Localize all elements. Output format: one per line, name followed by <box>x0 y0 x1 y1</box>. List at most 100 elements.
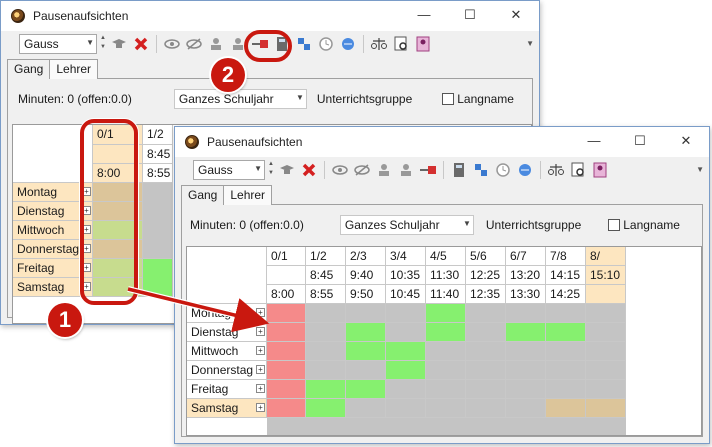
schedule-cell[interactable] <box>586 304 626 323</box>
schedule-cell[interactable] <box>586 323 626 342</box>
schedule-cell[interactable] <box>267 304 306 323</box>
schedule-cell[interactable] <box>267 399 306 418</box>
schedule-cell[interactable] <box>506 323 546 342</box>
schedule-cell[interactable] <box>346 323 386 342</box>
schedule-cell[interactable] <box>586 399 626 418</box>
expand-plus-icon[interactable]: + <box>256 346 265 355</box>
person-gray-icon[interactable] <box>205 33 227 55</box>
day-label[interactable]: Dienstag + <box>187 323 267 342</box>
eye-icon[interactable] <box>329 159 351 181</box>
col-header[interactable]: 3/4 <box>386 247 426 266</box>
schedule-cell[interactable] <box>546 342 586 361</box>
schedule-cell[interactable] <box>466 361 506 380</box>
clock-icon[interactable] <box>492 159 514 181</box>
schedule-cell[interactable] <box>466 399 506 418</box>
person-gray-icon[interactable] <box>373 159 395 181</box>
teacher-print-icon[interactable] <box>412 33 434 55</box>
schedule-cell[interactable] <box>386 304 426 323</box>
schedule-cell[interactable] <box>267 342 306 361</box>
schedule-cell[interactable] <box>346 342 386 361</box>
schedule-cell[interactable] <box>426 304 466 323</box>
schedule-cell[interactable] <box>267 323 306 342</box>
schedule-cell[interactable] <box>466 380 506 399</box>
schedule-cell[interactable] <box>546 380 586 399</box>
scales-icon[interactable] <box>368 33 390 55</box>
globe-icon[interactable] <box>337 33 359 55</box>
person-arrow-icon[interactable] <box>395 159 417 181</box>
col-header[interactable]: 0/1 <box>267 247 306 266</box>
scales-icon[interactable] <box>545 159 567 181</box>
search-document-icon[interactable] <box>390 33 412 55</box>
expand-plus-icon[interactable]: + <box>256 308 265 317</box>
period-select[interactable]: Ganzes Schuljahr ▼ <box>173 89 307 109</box>
toolbar-overflow-icon[interactable]: ▼ <box>696 165 704 174</box>
close-button[interactable]: ✕ <box>663 127 709 157</box>
schedule-cell[interactable] <box>306 361 346 380</box>
schedule-cell[interactable] <box>506 361 546 380</box>
schedule-cell[interactable] <box>306 342 346 361</box>
toolbar-overflow-icon[interactable]: ▼ <box>526 39 534 48</box>
schedule-cell[interactable] <box>346 380 386 399</box>
col-header[interactable]: 5/6 <box>466 247 506 266</box>
minimize-button[interactable]: — <box>401 1 447 31</box>
schedule-cell[interactable] <box>306 323 346 342</box>
schedule-cell[interactable] <box>546 323 586 342</box>
delete-x-icon[interactable] <box>298 159 320 181</box>
spin-buttons[interactable]: ▲ ▼ <box>266 160 276 180</box>
schedule-cell[interactable] <box>386 380 426 399</box>
schedule-cell[interactable] <box>426 342 466 361</box>
day-label[interactable]: Montag + <box>187 304 267 323</box>
teacher-hat-icon[interactable] <box>276 159 298 181</box>
schedule-cell[interactable] <box>143 183 173 259</box>
schedule-cell[interactable] <box>386 399 426 418</box>
schedule-cell[interactable] <box>506 304 546 323</box>
period-select[interactable]: Ganzes Schuljahr ▼ <box>339 215 474 235</box>
structure-icon[interactable] <box>293 33 315 55</box>
day-label[interactable]: Samstag + <box>187 399 267 418</box>
schedule-cell[interactable] <box>386 361 426 380</box>
delete-x-icon[interactable] <box>130 33 152 55</box>
schedule-cell[interactable] <box>426 399 466 418</box>
schedule-cell[interactable] <box>546 399 586 418</box>
schedule-cell[interactable] <box>466 304 506 323</box>
spin-buttons[interactable]: ▲ ▼ <box>98 34 108 54</box>
tab-gang[interactable]: Gang <box>7 59 51 79</box>
maximize-button[interactable]: ☐ <box>617 127 663 157</box>
teacher-select[interactable]: Gauss ▼ <box>19 34 97 54</box>
day-label[interactable]: Mittwoch + <box>187 342 267 361</box>
eye-hidden-icon[interactable] <box>351 159 373 181</box>
col-header[interactable]: 6/7 <box>506 247 546 266</box>
schedule-cell[interactable] <box>546 304 586 323</box>
expand-plus-icon[interactable]: + <box>256 384 265 393</box>
teacher-hat-icon[interactable] <box>108 33 130 55</box>
schedule-cell[interactable] <box>267 361 306 380</box>
structure-icon[interactable] <box>470 159 492 181</box>
maximize-button[interactable]: ☐ <box>447 1 493 31</box>
calculator-icon[interactable] <box>448 159 470 181</box>
schedule-cell[interactable] <box>466 323 506 342</box>
minimize-button[interactable]: — <box>571 127 617 157</box>
clock-icon[interactable] <box>315 33 337 55</box>
tab-lehrer[interactable]: Lehrer <box>223 185 273 205</box>
schedule-cell[interactable] <box>346 304 386 323</box>
schedule-cell[interactable] <box>586 380 626 399</box>
schedule-cell[interactable] <box>506 380 546 399</box>
schedule-cell[interactable] <box>506 342 546 361</box>
schedule-cell[interactable] <box>426 361 466 380</box>
globe-icon[interactable] <box>514 159 536 181</box>
col-header[interactable]: 4/5 <box>426 247 466 266</box>
schedule-cell[interactable] <box>306 304 346 323</box>
col-header[interactable]: 1/2 <box>306 247 346 266</box>
transfer-icon[interactable] <box>417 159 439 181</box>
expand-plus-icon[interactable]: + <box>256 327 265 336</box>
schedule-cell[interactable] <box>346 399 386 418</box>
schedule-cell[interactable] <box>426 380 466 399</box>
longname-checkbox[interactable] <box>442 93 455 105</box>
schedule-cell[interactable] <box>546 361 586 380</box>
schedule-cell[interactable] <box>306 399 346 418</box>
schedule-cell[interactable] <box>143 259 173 297</box>
schedule-cell[interactable] <box>506 399 546 418</box>
teacher-print-icon[interactable] <box>589 159 611 181</box>
schedule-cell[interactable] <box>386 323 426 342</box>
schedule-cell[interactable] <box>586 361 626 380</box>
